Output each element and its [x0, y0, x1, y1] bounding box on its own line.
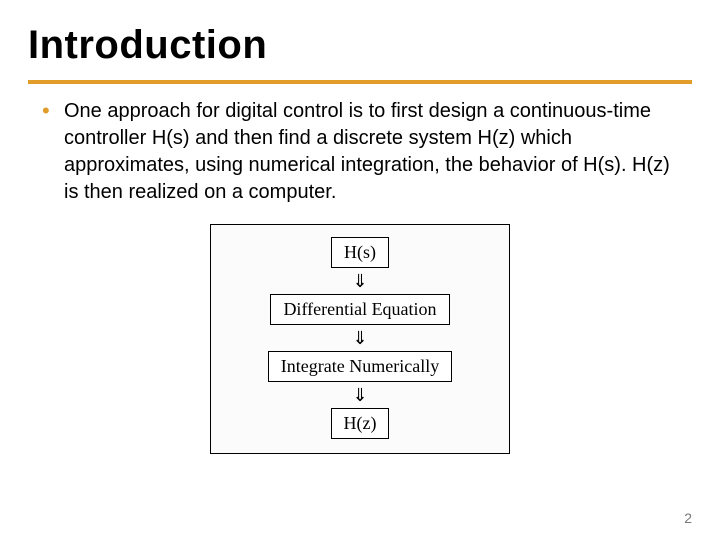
bullet-list: One approach for digital control is to f… [28, 98, 692, 206]
page-title: Introduction [28, 24, 692, 66]
page-number: 2 [684, 510, 692, 526]
diagram-step: H(s) [331, 237, 389, 268]
diagram-step: Differential Equation [270, 294, 449, 325]
flow-diagram: H(s) ⇓ Differential Equation ⇓ Integrate… [210, 224, 510, 454]
down-arrow-icon: ⇓ [229, 329, 491, 347]
diagram-step: H(z) [331, 408, 390, 439]
slide: Introduction One approach for digital co… [0, 0, 720, 540]
down-arrow-icon: ⇓ [229, 272, 491, 290]
down-arrow-icon: ⇓ [229, 386, 491, 404]
diagram-step: Integrate Numerically [268, 351, 452, 382]
title-underline [28, 80, 692, 84]
list-item: One approach for digital control is to f… [64, 98, 682, 206]
